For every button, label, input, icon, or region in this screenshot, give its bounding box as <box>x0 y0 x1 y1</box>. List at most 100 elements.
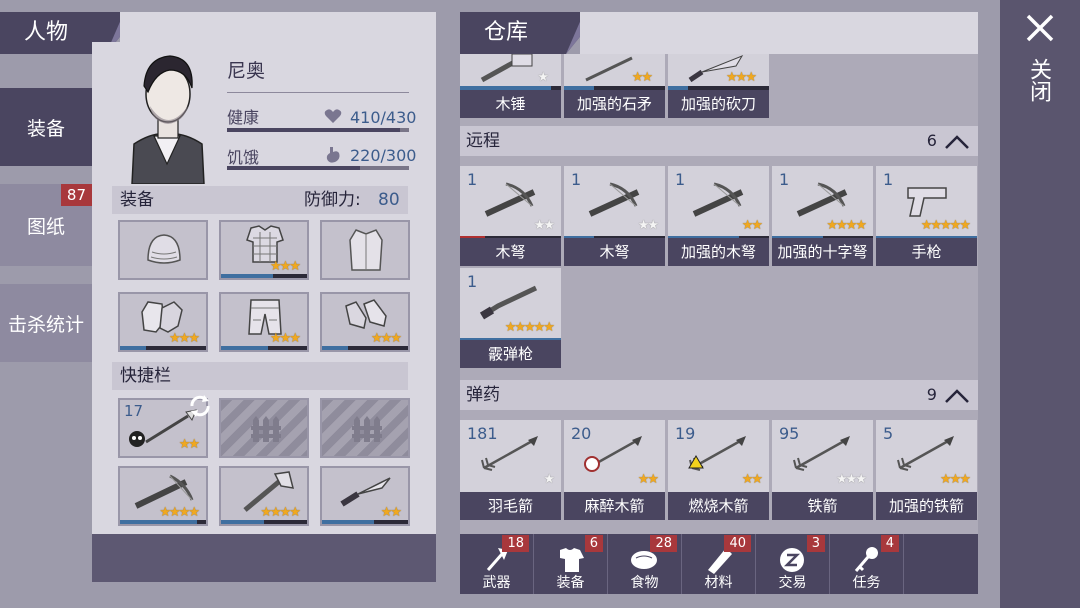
storage-category-tabs: 18 武器 6 装备 28 食物 40 材料 3 交易 4 任务 <box>460 534 978 594</box>
durability-bar <box>322 520 408 524</box>
boots-icon <box>345 299 387 329</box>
equip-slot-jacket[interactable] <box>320 220 410 280</box>
sidebar-tab-label: 击杀统计 <box>7 313 84 336</box>
close-label[interactable]: 关闭 <box>1026 58 1052 102</box>
equip-slot-boots[interactable]: ★★★ <box>320 292 410 352</box>
storage-item-ranged[interactable]: 1 ★★ 木弩 <box>564 166 665 266</box>
item-stars: ★★★★ <box>826 218 867 233</box>
item-label: 加强的砍刀 <box>668 90 769 118</box>
durability-fill <box>120 346 146 350</box>
storage-tab-key[interactable]: 4 任务 <box>830 534 904 594</box>
shotgun-icon <box>479 285 538 320</box>
category-title: 弹药 <box>466 385 500 405</box>
storage-item-reinforced-stone-spear[interactable]: ★★ 加强的石矛 <box>564 54 665 118</box>
storage-item-ranged[interactable]: 1 ★★ 木弩 <box>460 166 561 266</box>
durability-fill <box>221 346 269 350</box>
storage-item-ranged[interactable]: 1 ★★★★ 加强的十字弩 <box>772 166 873 266</box>
durability-bar <box>322 346 408 350</box>
durability-bar <box>221 274 307 278</box>
storage-item-ammo[interactable]: 95 ★★★ 铁箭 <box>772 420 873 520</box>
heart-icon <box>324 109 342 123</box>
pistol-icon <box>907 187 947 217</box>
name-underline <box>227 92 409 93</box>
close-icon[interactable] <box>1024 12 1056 44</box>
crossbow-icon <box>796 182 848 217</box>
character-header-title: 人物 <box>24 20 69 45</box>
swap-icon[interactable] <box>186 392 214 420</box>
equip-slot-helmet[interactable] <box>118 220 208 280</box>
storage-item-ranged[interactable]: 1 ★★ 加强的木弩 <box>668 166 769 266</box>
hunger-label: 饥饿 <box>227 148 260 167</box>
item-label: 木锤 <box>460 90 561 118</box>
item-label: 加强的铁箭 <box>876 492 977 520</box>
item-stars: ★ <box>543 472 555 487</box>
storage-tab-coin[interactable]: 3 交易 <box>756 534 830 594</box>
jacket-icon <box>349 229 383 271</box>
gloves-icon <box>141 301 183 333</box>
category-ranged-header[interactable]: 远程 6 <box>460 126 978 156</box>
storage-header-bar <box>580 12 978 54</box>
close-panel[interactable]: 关闭 <box>1000 0 1080 608</box>
category-title: 远程 <box>466 131 500 151</box>
storage-tab-axe[interactable]: 18 武器 <box>460 534 534 594</box>
slot-stars: ★★★★ <box>260 505 301 520</box>
item-stars: ★★ <box>741 218 763 233</box>
chevron-up-icon[interactable] <box>944 388 970 404</box>
durability-fill <box>322 520 374 524</box>
storage-tab-log[interactable]: 40 材料 <box>682 534 756 594</box>
category-count-value: 6 <box>926 131 937 150</box>
item-stars: ★★★ <box>940 472 971 487</box>
equip-slot-pants[interactable]: ★★★ <box>219 292 309 352</box>
storage-item-ammo[interactable]: 19 ★★ 燃烧木箭 <box>668 420 769 520</box>
sidebar-tab-equipment[interactable]: 装备 <box>0 88 92 166</box>
defense-label: 防御力: <box>304 190 361 210</box>
sidebar-tab-label: 图纸 <box>26 215 65 238</box>
storage-item-ammo[interactable]: 5 ★★★ 加强的铁箭 <box>876 420 977 520</box>
chevron-up-icon[interactable] <box>944 134 970 150</box>
arrow-icon <box>481 436 538 471</box>
storage-item-reinforced-machete[interactable]: ★★★ 加强的砍刀 <box>668 54 769 118</box>
fence-icon <box>251 416 281 442</box>
tab-label: 装备 <box>556 575 585 591</box>
storage-item-ranged[interactable]: 1 ★★★★★ 霰弹枪 <box>460 268 561 368</box>
quickbar-slot-1[interactable]: 17 ★★ <box>118 395 210 458</box>
tab-badge: 3 <box>806 535 825 552</box>
storage-item-ammo[interactable]: 181 ★ 羽毛箭 <box>460 420 561 520</box>
skull-icon <box>129 431 145 447</box>
item-label: 木弩 <box>564 238 665 266</box>
item-stars: ★★★★★ <box>920 218 971 233</box>
quickbar-slot-4[interactable]: ★★★★ <box>118 466 208 526</box>
equip-slot-gloves[interactable]: ★★★ <box>118 292 208 352</box>
iron-arrow-icon <box>897 436 954 471</box>
tab-label: 交易 <box>778 575 807 591</box>
health-label: 健康 <box>227 108 260 127</box>
durability-bar <box>120 520 206 524</box>
item-label: 霰弹枪 <box>460 340 561 368</box>
storage-tab-meat[interactable]: 28 食物 <box>608 534 682 594</box>
quickbar-slot-6[interactable]: ★★ <box>320 466 410 526</box>
sidebar-tab-blueprints[interactable]: 图纸 87 <box>0 184 92 266</box>
hunger-value: 220/300 <box>350 146 417 165</box>
blueprints-badge: 87 <box>60 184 92 206</box>
storage-item-ranged[interactable]: 1 ★★★★★ 手枪 <box>876 166 977 266</box>
item-stars: ★★ <box>533 218 555 233</box>
storage-tab-shirt[interactable]: 6 装备 <box>534 534 608 594</box>
sidebar-tab-kill-stats[interactable]: 击杀统计 <box>0 284 92 362</box>
storage-item-wooden-hammer[interactable]: ★ 木锤 <box>460 54 561 118</box>
storage-item-ammo[interactable]: 20 ★★ 麻醉木箭 <box>564 420 665 520</box>
item-count: 1 <box>883 170 894 189</box>
slot-stars: ★★ <box>380 505 402 520</box>
item-label: 羽毛箭 <box>460 492 561 520</box>
quickbar-slot-5[interactable]: ★★★★ <box>219 466 309 526</box>
item-count: 1 <box>675 170 686 189</box>
item-stars: ★★ <box>631 70 653 85</box>
equip-slot-chest[interactable]: ★★★ <box>219 220 309 280</box>
durability-fill <box>221 520 264 524</box>
fire-arrow-icon <box>688 436 746 471</box>
category-ammo-header[interactable]: 弹药 9 <box>460 380 978 410</box>
item-label: 木弩 <box>460 238 561 266</box>
hunger-bar-fill <box>227 166 360 170</box>
storage-header: 仓库 <box>460 12 600 54</box>
tranquilizer-arrow-icon <box>584 436 642 472</box>
tab-badge: 4 <box>880 535 899 552</box>
